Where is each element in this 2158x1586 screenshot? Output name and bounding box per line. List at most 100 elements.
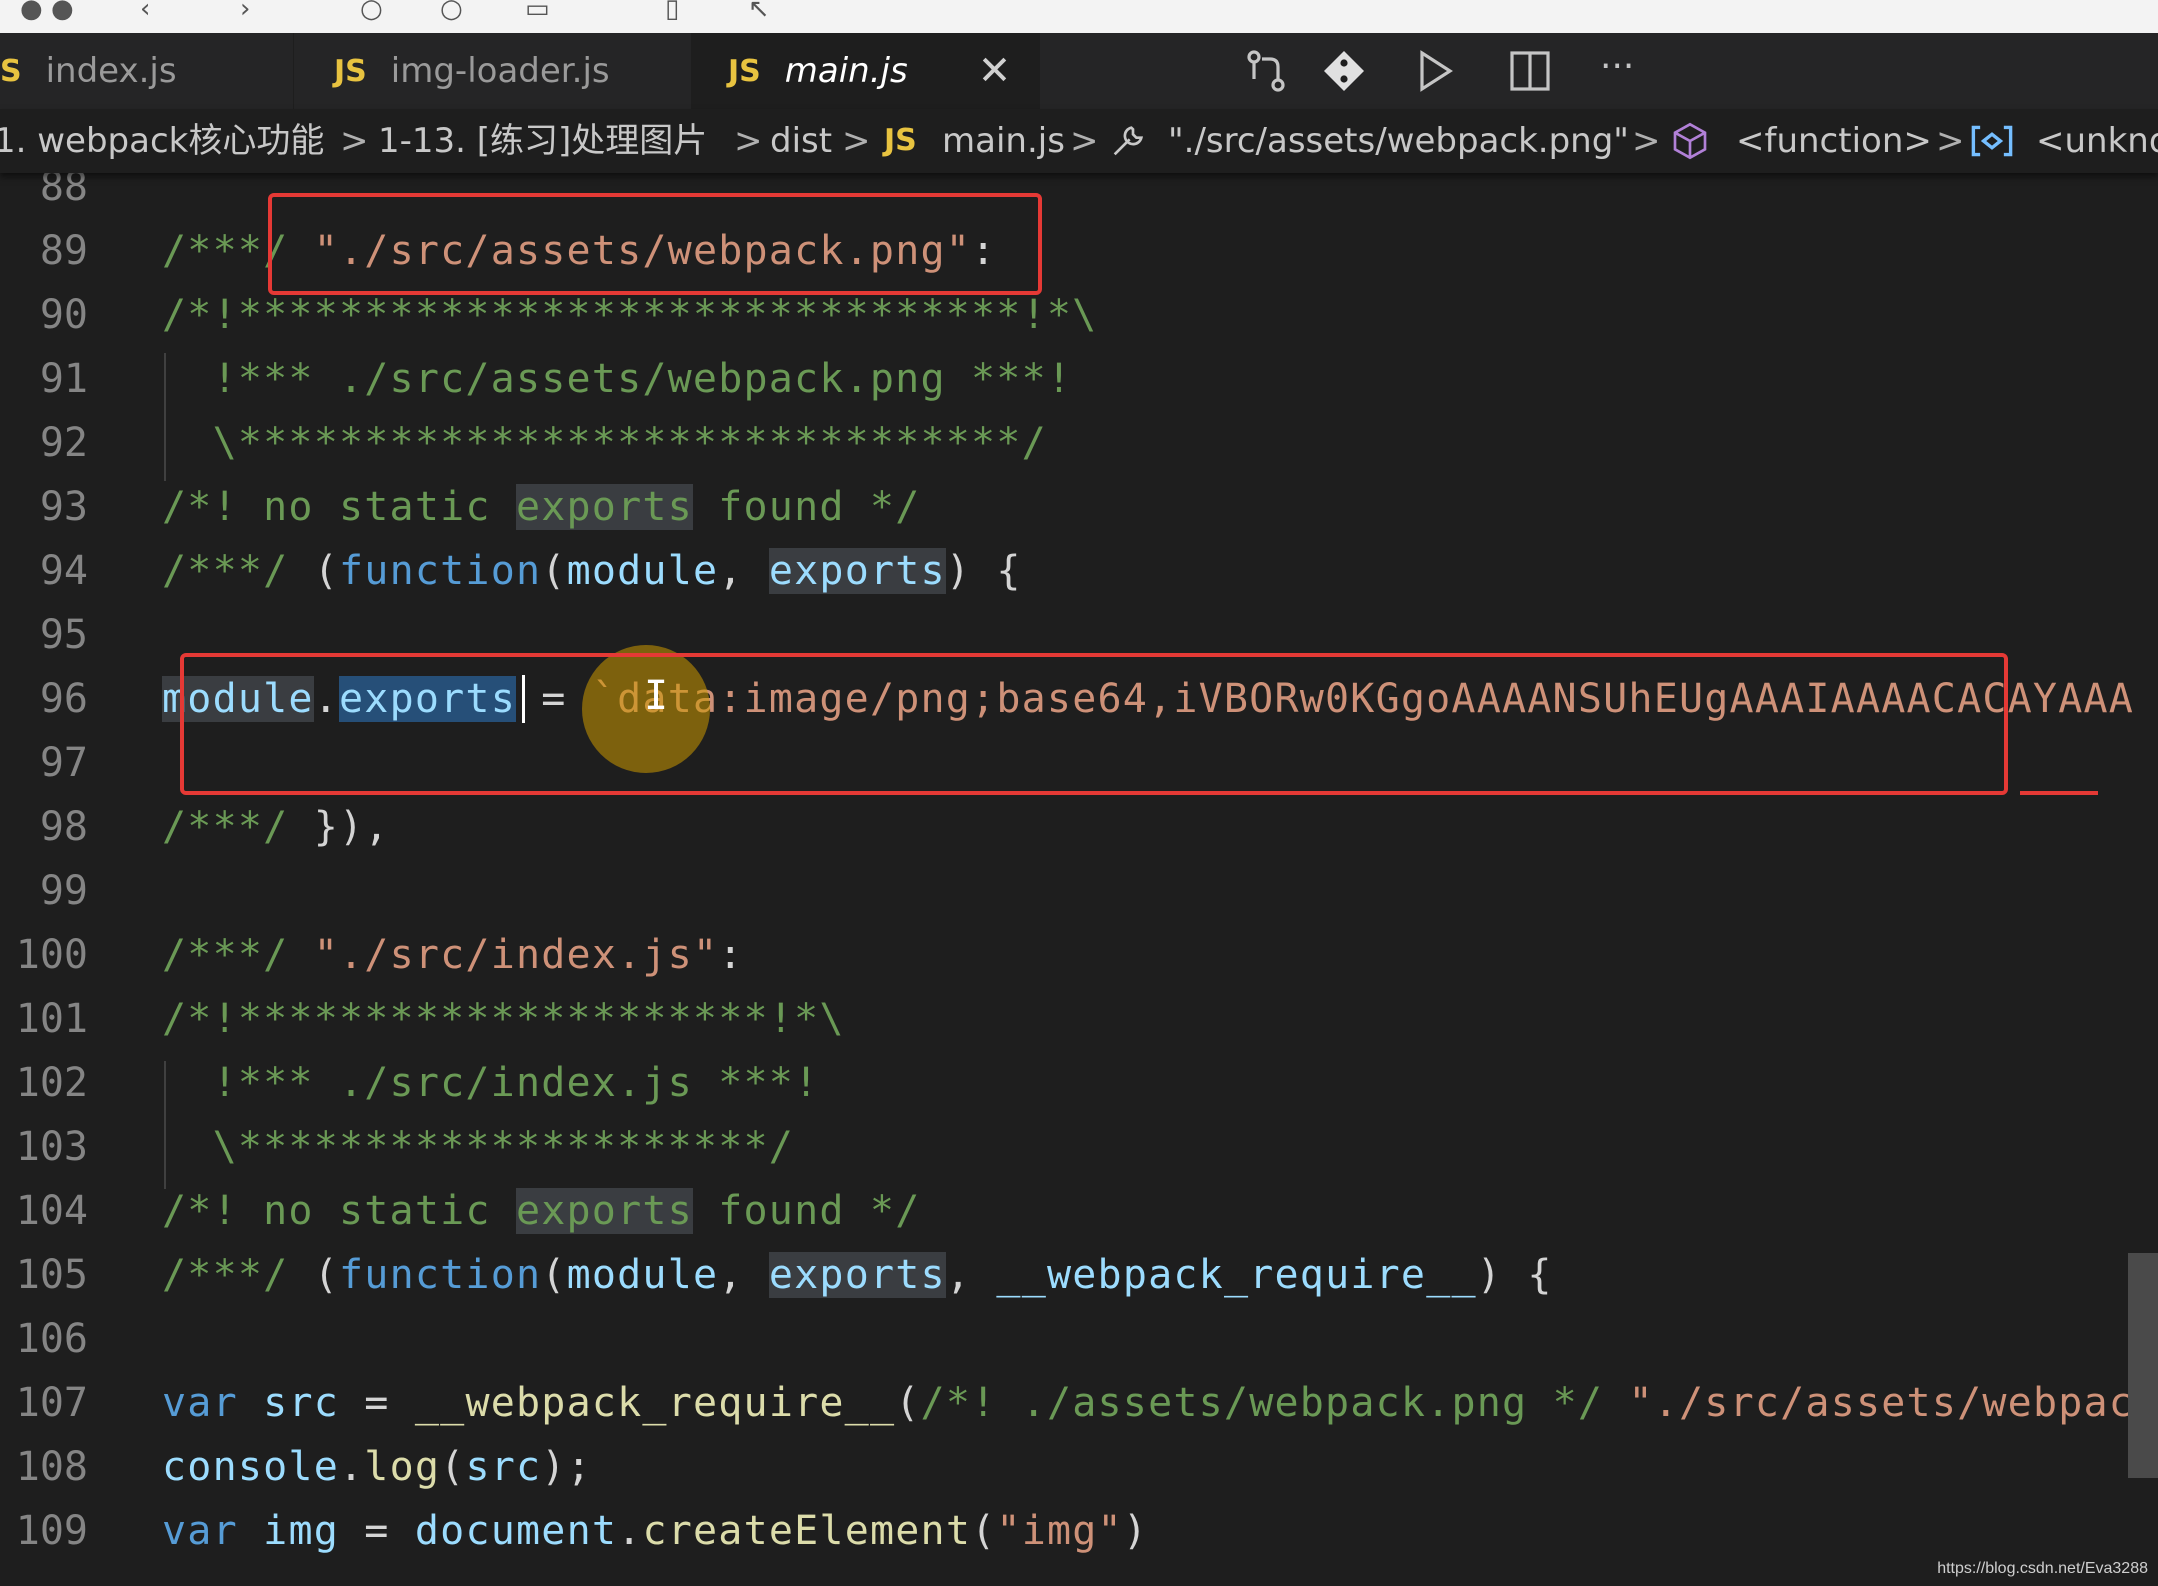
tab-label: img-loader.js — [390, 51, 610, 91]
line-number: 92 — [39, 420, 88, 466]
scrollbar-thumb[interactable] — [2128, 1253, 2158, 1478]
search-icon[interactable]: ○ — [360, 0, 383, 24]
annotation-box — [180, 653, 2008, 795]
breadcrumb-separator: > — [340, 121, 369, 161]
source-control-icon[interactable] — [1242, 47, 1290, 95]
code-text: \*******************************/ — [162, 420, 1047, 466]
ibeam-cursor-icon: I — [644, 673, 669, 719]
window-control-icon[interactable]: ● ● — [20, 0, 74, 24]
breadcrumb-separator: > — [1632, 121, 1661, 161]
breadcrumb: 1. webpack核心功能 > 1-13. [练习]处理图片 > dist >… — [0, 109, 2158, 173]
line-number: 89 — [39, 228, 88, 274]
code-text: var src = __webpack_require__(/*! ./asse… — [162, 1380, 2135, 1426]
tab-bar: S index.js JS img-loader.js JS main.js ✕ — [0, 33, 2158, 109]
more-icon[interactable]: ··· — [1600, 47, 1648, 95]
line-number: 105 — [15, 1252, 88, 1298]
pointer-icon[interactable]: ↖ — [748, 0, 770, 24]
line-number: 98 — [39, 804, 88, 850]
code-text: /*! no static exports found */ — [162, 484, 921, 530]
copy-icon[interactable]: ▯ — [665, 0, 679, 24]
code-line: 109 var img = document.createElement("im… — [0, 1499, 2158, 1563]
variable-icon — [1971, 125, 2013, 157]
code-text: var img = document.createElement("img") — [162, 1508, 1149, 1554]
watermark: https://blog.csdn.net/Eva3288 — [1937, 1560, 2148, 1577]
code-line: 105 /***/ (function(module, exports, __w… — [0, 1243, 2158, 1307]
line-number: 108 — [15, 1444, 88, 1490]
line-number: 101 — [15, 996, 88, 1042]
code-line: 92 \*******************************/ — [0, 411, 2158, 475]
code-text: /*!*********************!*\ — [162, 996, 845, 1042]
line-number: 94 — [39, 548, 88, 594]
git-icon[interactable] — [1320, 47, 1368, 95]
line-number: 91 — [39, 356, 88, 402]
breadcrumb-item[interactable]: <function> — [1736, 109, 1932, 173]
js-file-icon: JS — [884, 123, 917, 158]
line-number: 107 — [15, 1380, 88, 1426]
code-line: 101 /*!*********************!*\ — [0, 987, 2158, 1051]
breadcrumb-separator: > — [1936, 121, 1965, 161]
code-line: 100 /***/ "./src/index.js": — [0, 923, 2158, 987]
code-text: /***/ (function(module, exports, __webpa… — [162, 1252, 1553, 1298]
title-toolbar: ● ● ‹ › ○ ○ ▭ ▯ ↖ — [0, 0, 2158, 34]
annotation-underline — [2020, 791, 2098, 795]
breadcrumb-separator: > — [842, 121, 871, 161]
line-number: 104 — [15, 1188, 88, 1234]
back-icon[interactable]: ‹ — [140, 0, 150, 24]
code-line: 103 \*********************/ — [0, 1115, 2158, 1179]
code-text: !*** ./src/index.js ***! — [162, 1060, 820, 1106]
line-number: 103 — [15, 1124, 88, 1170]
line-number: 95 — [39, 612, 88, 658]
line-number: 99 — [39, 868, 88, 914]
line-number: 90 — [39, 292, 88, 338]
tab-index-js[interactable]: S index.js — [0, 33, 294, 109]
js-file-icon: S — [0, 53, 22, 89]
wrench-icon — [1113, 126, 1144, 156]
tab-main-js[interactable]: JS main.js ✕ — [692, 33, 1040, 109]
code-line: 102 !*** ./src/index.js ***! — [0, 1051, 2158, 1115]
breadcrumb-item[interactable]: 1. webpack核心功能 — [0, 109, 324, 173]
line-number: 97 — [39, 740, 88, 786]
breadcrumb-item[interactable]: main.js — [942, 109, 1065, 173]
run-icon[interactable] — [1410, 47, 1458, 95]
js-file-icon: JS — [334, 53, 367, 89]
annotation-box — [268, 193, 1042, 295]
code-line: 107 var src = __webpack_require__(/*! ./… — [0, 1371, 2158, 1435]
code-line: 104 /*! no static exports found */ — [0, 1179, 2158, 1243]
line-number: 106 — [15, 1316, 88, 1362]
js-file-icon: JS — [728, 53, 761, 89]
cube-icon — [1673, 122, 1707, 160]
code-line: 99 — [0, 859, 2158, 923]
line-number: 100 — [15, 932, 88, 978]
line-number: 96 — [39, 676, 88, 722]
breadcrumb-item[interactable]: <unkno — [2036, 109, 2158, 173]
breadcrumb-item[interactable]: "./src/assets/webpack.png" — [1168, 109, 1629, 173]
code-line: 106 — [0, 1307, 2158, 1371]
close-icon[interactable]: ✕ — [978, 48, 1012, 94]
tab-img-loader-js[interactable]: JS img-loader.js — [294, 33, 692, 109]
save-icon[interactable]: ▭ — [525, 0, 550, 24]
forward-icon[interactable]: › — [240, 0, 250, 24]
breadcrumb-separator: > — [1070, 121, 1099, 161]
code-text: /***/ (function(module, exports) { — [162, 548, 1022, 594]
code-text: /***/ }), — [162, 804, 390, 850]
line-number: 109 — [15, 1508, 88, 1554]
code-line: 108 console.log(src); — [0, 1435, 2158, 1499]
code-line: 93 /*! no static exports found */ — [0, 475, 2158, 539]
code-text: /*! no static exports found */ — [162, 1188, 921, 1234]
tab-label: index.js — [45, 51, 177, 91]
line-number: 88 — [39, 173, 88, 210]
split-editor-icon[interactable] — [1506, 47, 1554, 95]
code-line: 98 /***/ }), — [0, 795, 2158, 859]
code-text: /***/ "./src/index.js": — [162, 932, 744, 978]
zoom-icon[interactable]: ○ — [440, 0, 463, 24]
code-line: 94 /***/ (function(module, exports) { — [0, 539, 2158, 603]
tab-label: main.js — [784, 51, 908, 91]
line-number: 102 — [15, 1060, 88, 1106]
code-text: \*********************/ — [162, 1124, 795, 1170]
code-editor[interactable]: 88 89 /***/ "./src/assets/webpack.png": … — [0, 173, 2158, 1586]
breadcrumb-item[interactable]: dist — [770, 109, 832, 173]
breadcrumb-item[interactable]: 1-13. [练习]处理图片 — [378, 109, 707, 173]
breadcrumb-separator: > — [734, 121, 763, 161]
code-line: 91 !*** ./src/assets/webpack.png ***! — [0, 347, 2158, 411]
code-text: console.log(src); — [162, 1444, 592, 1490]
